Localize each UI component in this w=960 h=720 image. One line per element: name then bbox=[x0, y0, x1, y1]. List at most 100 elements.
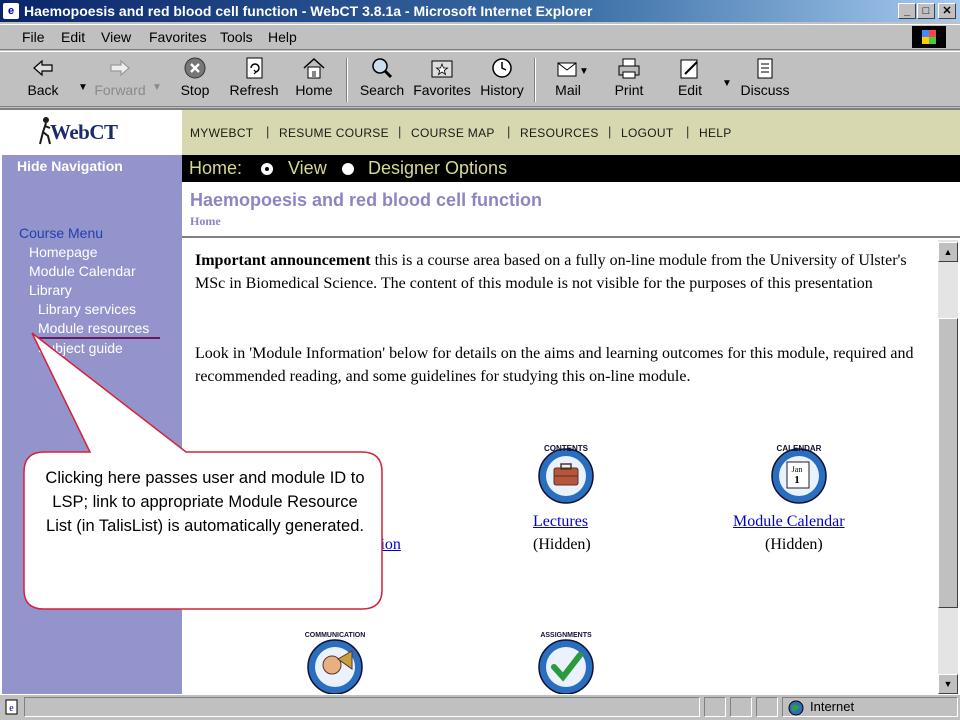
module-info-paragraph: Look in 'Module Information' below for d… bbox=[195, 345, 914, 385]
announcement-bold: Important announcement bbox=[195, 252, 371, 269]
status-panel bbox=[756, 697, 778, 717]
nav-course-map[interactable]: COURSE MAP bbox=[411, 126, 495, 140]
stop-button[interactable]: Stop bbox=[176, 56, 214, 104]
nav-mywebct[interactable]: MYWEBCT bbox=[190, 126, 253, 140]
mail-button[interactable]: Mail bbox=[548, 56, 588, 104]
search-button[interactable]: Search bbox=[358, 56, 406, 104]
mail-dropdown-icon[interactable]: ▼ bbox=[579, 66, 589, 77]
discuss-label: Discuss bbox=[740, 82, 790, 98]
sidebar-item-module-calendar[interactable]: Module Calendar bbox=[29, 263, 136, 279]
breadcrumb[interactable]: Home bbox=[190, 214, 221, 229]
scroll-up-button[interactable]: ▲ bbox=[938, 242, 958, 262]
nav-separator: | bbox=[686, 124, 690, 139]
history-label: History bbox=[480, 82, 524, 98]
assignments-icon[interactable]: ASSIGNMENTS bbox=[530, 625, 602, 694]
contents-icon-label: CONTENTS bbox=[544, 444, 589, 453]
toolbar: Back ▼ Forward ▼ Stop Refresh Home Searc… bbox=[0, 51, 960, 107]
zone-panel bbox=[782, 697, 958, 717]
window-title-bar[interactable]: e Haemopoesis and red blood cell functio… bbox=[0, 0, 960, 22]
module-calendar-link[interactable]: Module Calendar bbox=[733, 513, 845, 531]
calendar-month: Jan bbox=[792, 465, 803, 474]
course-menu-heading[interactable]: Course Menu bbox=[19, 225, 103, 241]
webct-logo[interactable]: WebCT bbox=[50, 120, 118, 145]
nav-logout[interactable]: LOGOUT bbox=[621, 126, 673, 140]
back-label: Back bbox=[27, 82, 59, 98]
toolbar-separator bbox=[346, 58, 348, 102]
sidebar-item-module-resources[interactable]: Module resources bbox=[38, 320, 149, 336]
contents-icon[interactable]: CONTENTS bbox=[530, 438, 602, 510]
hide-navigation-link[interactable]: Hide Navigation bbox=[17, 158, 123, 174]
search-label: Search bbox=[359, 82, 405, 98]
status-panel bbox=[704, 697, 726, 717]
windows-logo-icon bbox=[912, 26, 946, 48]
back-dropdown-icon[interactable]: ▼ bbox=[78, 82, 88, 93]
calendar-icon-label: CALENDAR bbox=[777, 444, 822, 453]
edit-button[interactable]: Edit bbox=[672, 56, 708, 104]
view-radio[interactable] bbox=[261, 163, 273, 175]
minimize-button[interactable]: _ bbox=[898, 3, 916, 19]
internet-zone-icon bbox=[788, 700, 804, 716]
close-button[interactable]: ✕ bbox=[938, 3, 956, 19]
refresh-button[interactable]: Refresh bbox=[229, 56, 279, 104]
scroll-thumb[interactable] bbox=[938, 318, 958, 608]
menu-help[interactable]: Help bbox=[268, 29, 297, 45]
sidebar-item-homepage[interactable]: Homepage bbox=[29, 244, 98, 260]
print-label: Print bbox=[614, 82, 644, 98]
nav-help[interactable]: HELP bbox=[699, 126, 732, 140]
communication-icon-label: COMMUNICATION bbox=[305, 632, 366, 639]
module-information-link-partial[interactable]: tion bbox=[376, 536, 401, 554]
status-panel bbox=[730, 697, 752, 717]
nav-resources[interactable]: RESOURCES bbox=[520, 126, 599, 140]
maximize-button[interactable]: □ bbox=[917, 3, 935, 19]
back-button[interactable]: Back bbox=[20, 56, 66, 104]
edit-label: Edit bbox=[677, 82, 703, 98]
stop-label: Stop bbox=[180, 82, 210, 98]
favorites-icon bbox=[431, 60, 453, 78]
calendar-day: 1 bbox=[794, 474, 800, 486]
assignments-icon-label: ASSIGNMENTS bbox=[540, 632, 592, 639]
calendar-icon[interactable]: Jan 1 CALENDAR bbox=[763, 438, 835, 510]
lectures-status: (Hidden) bbox=[533, 536, 591, 553]
svg-text:e: e bbox=[9, 703, 14, 714]
designer-options-label[interactable]: Designer Options bbox=[368, 155, 507, 182]
communication-icon[interactable]: COMMUNICATION bbox=[296, 625, 374, 694]
discuss-button[interactable]: Discuss bbox=[740, 56, 790, 104]
print-button[interactable]: Print bbox=[610, 56, 648, 104]
search-icon bbox=[372, 58, 393, 79]
forward-arrow-icon bbox=[110, 59, 130, 77]
ie-app-icon[interactable]: e bbox=[3, 3, 19, 19]
home-label: Home: bbox=[189, 158, 243, 178]
history-icon bbox=[492, 58, 512, 78]
lectures-link[interactable]: Lectures bbox=[533, 513, 588, 531]
menu-edit[interactable]: Edit bbox=[61, 29, 85, 45]
sidebar-item-library-services[interactable]: Library services bbox=[38, 301, 136, 317]
announcement-paragraph: Important announcement this is a course … bbox=[195, 249, 923, 295]
forward-dropdown-icon[interactable]: ▼ bbox=[152, 82, 162, 93]
scroll-down-button[interactable]: ▼ bbox=[938, 674, 958, 694]
favorites-label: Favorites bbox=[413, 82, 471, 98]
history-button[interactable]: History bbox=[480, 56, 524, 104]
favorites-button[interactable]: Favorites bbox=[413, 56, 471, 104]
module-resources-underline bbox=[38, 337, 160, 339]
print-icon bbox=[618, 58, 640, 79]
menu-view[interactable]: View bbox=[101, 29, 131, 45]
nav-separator: | bbox=[608, 124, 612, 139]
nav-resume-course[interactable]: RESUME COURSE bbox=[279, 126, 389, 140]
menu-tools[interactable]: Tools bbox=[220, 29, 253, 45]
menu-favorites[interactable]: Favorites bbox=[149, 29, 207, 45]
edit-dropdown-icon[interactable]: ▼ bbox=[722, 78, 732, 89]
menu-file[interactable]: File bbox=[22, 29, 45, 45]
designer-options-radio[interactable] bbox=[342, 163, 354, 175]
forward-button[interactable]: Forward bbox=[94, 56, 146, 104]
menu-bar: File Edit View Favorites Tools Help bbox=[0, 24, 960, 50]
nav-separator: | bbox=[266, 124, 270, 139]
home-label: Home bbox=[295, 82, 333, 98]
view-option-label[interactable]: View bbox=[288, 155, 327, 182]
sidebar-item-subject-guide[interactable]: Subject guide bbox=[38, 340, 123, 356]
mail-label: Mail bbox=[555, 82, 581, 98]
sidebar-item-library[interactable]: Library bbox=[29, 282, 72, 298]
status-message-panel bbox=[24, 697, 700, 717]
home-button[interactable]: Home bbox=[294, 56, 334, 104]
nav-separator: | bbox=[507, 124, 511, 139]
home-view-bar: Home: View Designer Options bbox=[182, 155, 960, 182]
